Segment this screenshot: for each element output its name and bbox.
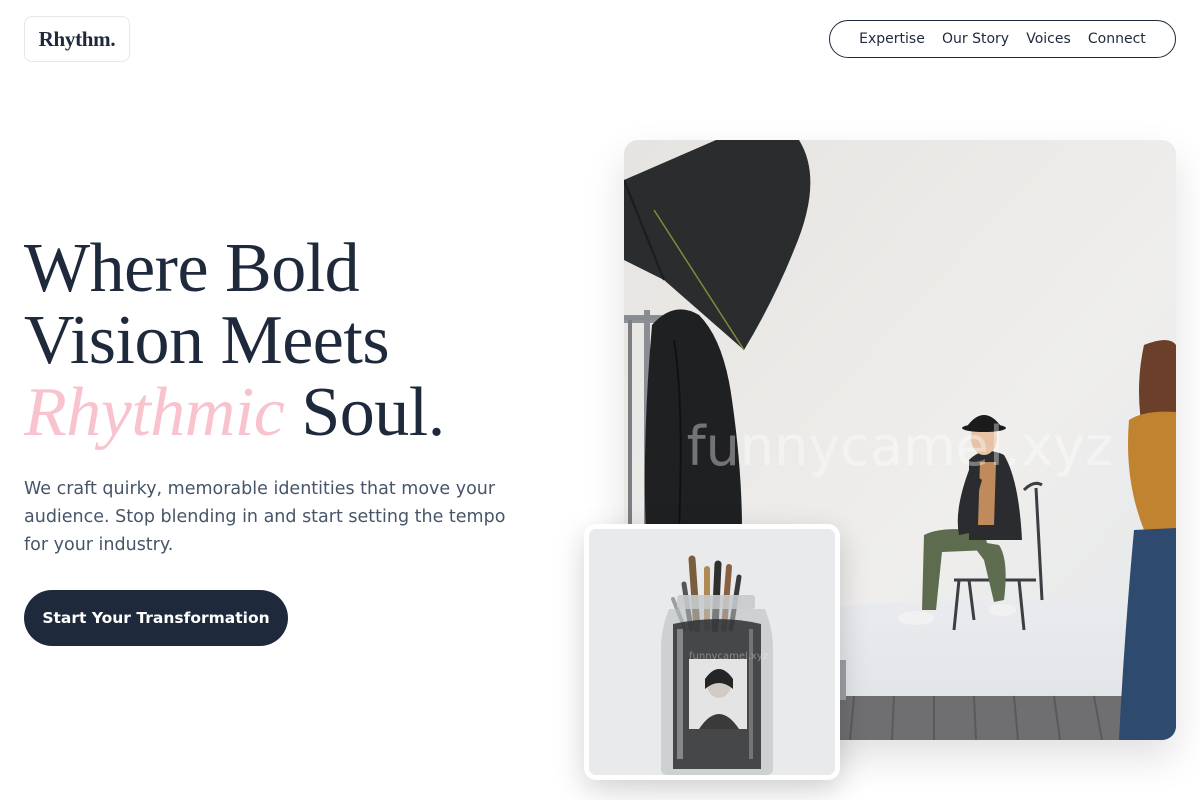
main-photo-watermark: funnycamel.xyz xyxy=(687,415,1114,478)
nav-item-expertise[interactable]: Expertise xyxy=(859,31,925,47)
nav-item-our-story[interactable]: Our Story xyxy=(942,31,1009,47)
hero-title-accent: Rhythmic xyxy=(24,374,285,451)
start-transformation-button[interactable]: Start Your Transformation xyxy=(24,590,288,646)
hero-description: We craft quirky, memorable identities th… xyxy=(24,479,506,555)
hero-title-line1: Where Bold xyxy=(24,230,360,307)
hero-title-line2: Vision Meets xyxy=(24,302,390,379)
nav-item-voices[interactable]: Voices xyxy=(1026,31,1071,47)
brush-jar-photo: funnycamel.xyz xyxy=(584,524,840,780)
hero-title-end: Soul. xyxy=(301,374,445,451)
hero-title: Where Bold Vision Meets Rhythmic Soul. xyxy=(24,233,584,449)
brand-logo[interactable]: Rhythm. xyxy=(24,16,130,62)
nav-item-connect[interactable]: Connect xyxy=(1088,31,1146,47)
main-nav: Expertise Our Story Voices Connect xyxy=(829,20,1176,58)
small-photo-watermark: funnycamel.xyz xyxy=(689,651,768,662)
